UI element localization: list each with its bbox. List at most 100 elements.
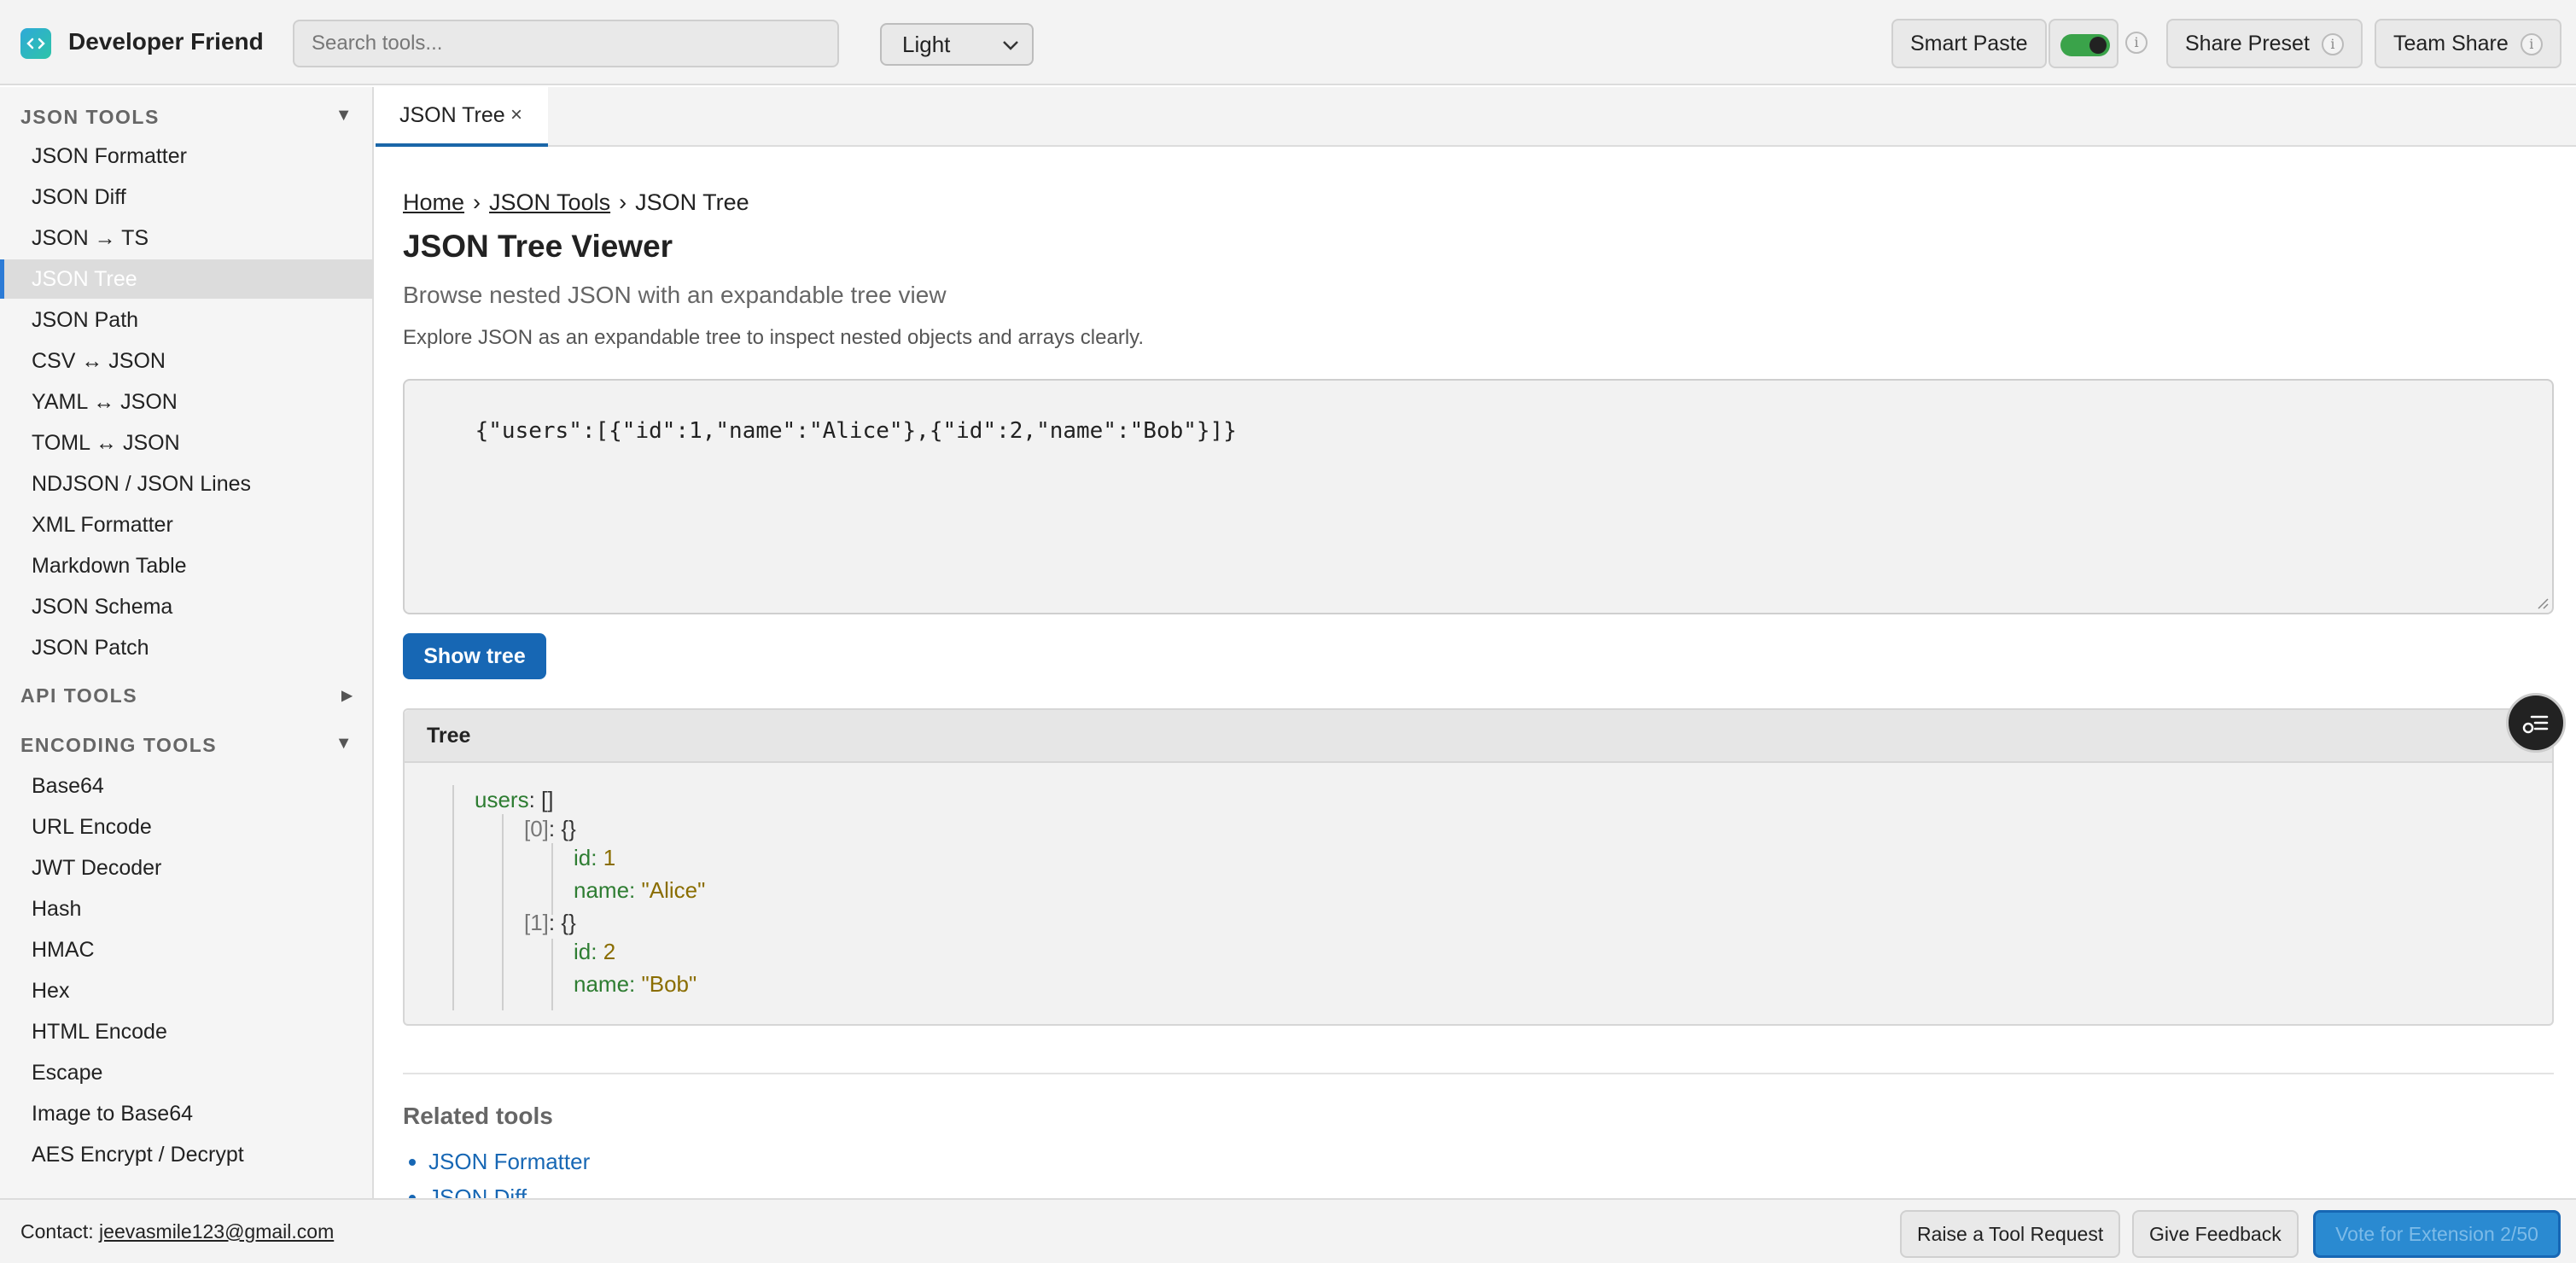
tree-guide-line: [502, 814, 504, 1010]
footer: Contact: jeevasmile123@gmail.com Raise a…: [0, 1198, 2576, 1263]
page-description: Explore JSON as an expandable tree to in…: [403, 326, 1145, 349]
team-share-button[interactable]: Team Share i: [2375, 19, 2561, 68]
expanded-triangle-icon: ▼: [335, 734, 353, 753]
tree-colon: :: [591, 845, 597, 870]
tab-bar: JSON Tree ×: [376, 87, 2576, 147]
main-content: Home › JSON Tools › JSON Tree JSON Tree View…: [376, 147, 2576, 1198]
app-logo-icon: [20, 28, 51, 59]
sidebar-item-url-encode[interactable]: URL Encode: [0, 807, 372, 847]
close-tab-icon[interactable]: ×: [510, 87, 522, 143]
sidebar-item-ndjson[interactable]: NDJSON / JSON Lines: [0, 464, 372, 503]
expanded-triangle-icon: ▼: [335, 106, 353, 125]
team-share-info-icon[interactable]: i: [2520, 33, 2543, 56]
sidebar-item-json-path[interactable]: JSON Path: [0, 300, 372, 340]
tree-node-index-0[interactable]: [0]: {}: [524, 816, 576, 842]
sidebar-item-json-to-ts[interactable]: JSON → TS: [0, 218, 372, 258]
section-title: JSON TOOLS: [20, 106, 160, 128]
smart-paste-button[interactable]: Smart Paste: [1891, 19, 2047, 68]
sidebar-section-api-tools[interactable]: API TOOLS ▶: [20, 684, 353, 707]
sidebar-item-xml-formatter[interactable]: XML Formatter: [0, 505, 372, 544]
sidebar-item-json-patch[interactable]: JSON Patch: [0, 628, 372, 667]
sidebar-section-encoding-tools[interactable]: ENCODING TOOLS ▼: [20, 734, 353, 757]
sidebar-item-csv-json[interactable]: CSV ↔ JSON: [0, 341, 372, 381]
tab-json-tree[interactable]: JSON Tree ×: [376, 87, 548, 147]
give-feedback-button[interactable]: Give Feedback: [2132, 1210, 2299, 1258]
tree-colon: :: [548, 816, 556, 841]
sidebar-section-json-tools[interactable]: JSON TOOLS ▼: [20, 106, 353, 129]
tree-panel: Tree users: [] [0]: {} id: 1 name: "Alic…: [403, 708, 2554, 1026]
related-link-json-formatter[interactable]: JSON Formatter: [428, 1149, 590, 1174]
tree-panel-title: Tree: [405, 710, 2552, 763]
section-title: ENCODING TOOLS: [20, 734, 218, 756]
toc-list-icon: [2522, 715, 2549, 734]
contact-email-link[interactable]: jeevasmile123@gmail.com: [99, 1220, 334, 1243]
toggle-knob: [2089, 37, 2107, 54]
breadcrumb-home[interactable]: Home: [403, 189, 464, 215]
sidebar-item-hash[interactable]: Hash: [0, 889, 372, 928]
breadcrumb-separator: ›: [619, 189, 627, 215]
smart-paste-info-icon[interactable]: i: [2125, 32, 2148, 54]
theme-select[interactable]: Light: [880, 23, 1034, 66]
smart-paste-toggle[interactable]: [2060, 34, 2110, 56]
sidebar-item-aes[interactable]: AES Encrypt / Decrypt: [0, 1135, 372, 1174]
theme-select-value: Light: [902, 32, 951, 57]
chevron-down-icon: [1003, 41, 1018, 50]
raise-tool-request-button[interactable]: Raise a Tool Request: [1900, 1210, 2121, 1258]
breadcrumb: Home › JSON Tools › JSON Tree: [403, 189, 749, 216]
team-share-label: Team Share: [2393, 32, 2509, 55]
sidebar-item-yaml-json[interactable]: YAML ↔ JSON: [0, 382, 372, 422]
search-input[interactable]: [293, 20, 839, 67]
sidebar-item-hex[interactable]: Hex: [0, 971, 372, 1010]
floating-menu-button[interactable]: [2506, 693, 2566, 753]
tab-label: JSON Tree: [399, 103, 505, 127]
related-link-json-diff[interactable]: JSON Diff: [428, 1184, 527, 1198]
tree-index: [0]: [524, 816, 549, 841]
sidebar-item-json-tree[interactable]: JSON Tree: [0, 259, 372, 299]
smart-paste-toggle-wrap: [2049, 19, 2118, 68]
sidebar-item-toml-json[interactable]: TOML ↔ JSON: [0, 423, 372, 463]
json-input-textarea[interactable]: {"users":[{"id":1,"name":"Alice"},{"id":…: [403, 379, 2554, 614]
related-item: JSON Diff: [428, 1179, 590, 1198]
tree-value: "Bob": [641, 971, 697, 997]
json-input-value: {"users":[{"id":1,"name":"Alice"},{"id":…: [475, 418, 1237, 444]
tree-node-index-1[interactable]: [1]: {}: [524, 910, 576, 936]
sidebar-item-json-formatter[interactable]: JSON Formatter: [0, 137, 372, 176]
section-divider: [403, 1073, 2554, 1074]
sidebar-item-hmac[interactable]: HMAC: [0, 930, 372, 969]
top-header: Developer Friend Light Smart Paste i Sha…: [0, 0, 2576, 85]
tree-key: name: [574, 877, 630, 903]
tree-type: {}: [561, 816, 576, 841]
collapsed-triangle-icon: ▶: [341, 689, 353, 703]
related-item: JSON Formatter: [428, 1144, 590, 1179]
show-tree-button[interactable]: Show tree: [403, 633, 546, 679]
breadcrumb-current: JSON Tree: [635, 189, 749, 215]
sidebar-item-json-schema[interactable]: JSON Schema: [0, 587, 372, 626]
tree-node-users[interactable]: users: []: [475, 787, 554, 813]
tree-index: [1]: [524, 910, 549, 935]
tree-node-name: name: "Bob": [574, 971, 696, 998]
sidebar-item-escape[interactable]: Escape: [0, 1053, 372, 1092]
share-preset-label: Share Preset: [2185, 32, 2310, 55]
breadcrumb-separator: ›: [473, 189, 481, 215]
section-title: API TOOLS: [20, 684, 138, 707]
tree-node-id: id: 1: [574, 845, 615, 871]
related-tools-list: JSON Formatter JSON Diff: [403, 1144, 590, 1198]
sidebar-item-markdown-table[interactable]: Markdown Table: [0, 546, 372, 585]
tree-colon: :: [629, 971, 636, 997]
sidebar-item-jwt-decoder[interactable]: JWT Decoder: [0, 848, 372, 888]
resize-grip-icon[interactable]: [2535, 596, 2549, 609]
sidebar-item-image-to-base64[interactable]: Image to Base64: [0, 1094, 372, 1133]
tree-colon: :: [591, 939, 597, 964]
tree-value: "Alice": [641, 877, 706, 903]
share-preset-info-icon[interactable]: i: [2321, 33, 2344, 56]
sidebar-item-base64[interactable]: Base64: [0, 766, 372, 806]
app-title: Developer Friend: [68, 28, 264, 55]
tree-guide-line: [452, 785, 454, 1010]
tree-type: {}: [561, 910, 576, 935]
vote-for-extension-button[interactable]: Vote for Extension 2/50: [2313, 1210, 2561, 1258]
breadcrumb-json-tools[interactable]: JSON Tools: [489, 189, 610, 215]
share-preset-button[interactable]: Share Preset i: [2166, 19, 2363, 68]
sidebar-item-html-encode[interactable]: HTML Encode: [0, 1012, 372, 1051]
sidebar-item-json-diff[interactable]: JSON Diff: [0, 178, 372, 217]
tree-guide-line: [551, 843, 553, 915]
